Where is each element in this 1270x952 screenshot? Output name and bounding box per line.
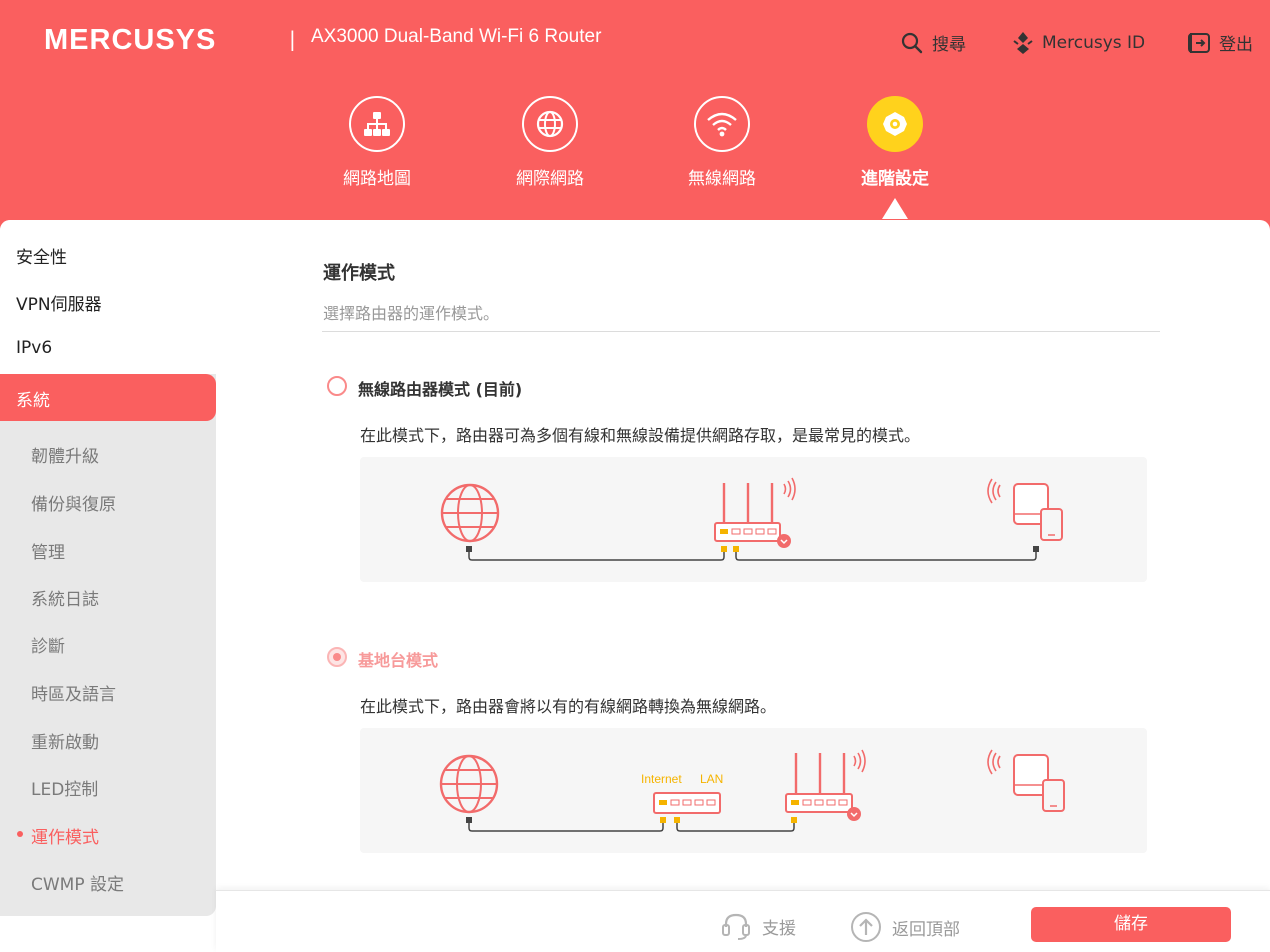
nav-internet[interactable]: 網際網路 — [485, 96, 615, 189]
internet-globe-icon — [440, 483, 500, 543]
client-devices-icon — [987, 749, 1065, 812]
mercusys-id-button[interactable]: Mercusys ID — [1012, 30, 1145, 56]
account-icon — [1013, 32, 1033, 54]
lan-port-label: LAN — [700, 772, 723, 786]
brand-logo: MERCUSYS — [44, 24, 217, 56]
title-divider — [322, 331, 1160, 332]
router-mode-diagram — [360, 457, 1147, 582]
sidebar-sub-reboot[interactable]: 重新啟動 — [31, 728, 99, 753]
router-icon — [714, 477, 796, 548]
search-icon — [901, 32, 923, 53]
sidebar-item-label: 系統 — [16, 391, 50, 411]
client-devices-icon — [987, 478, 1063, 541]
gear-icon — [867, 96, 923, 152]
arrow-up-circle-icon — [851, 912, 881, 942]
save-button[interactable]: 儲存 — [1031, 907, 1231, 942]
header-bar: MERCUSYS | AX3000 Dual-Band Wi-Fi 6 Rout… — [0, 0, 1270, 230]
sidebar-item-system[interactable]: 系統 — [0, 374, 216, 421]
back-to-top-label: 返回頂部 — [892, 919, 960, 940]
network-map-icon — [349, 96, 405, 152]
sidebar: 安全性 VPN伺服器 IPv6 系統 韌體升級 備份與復原 管理 系統日誌 診斷… — [0, 220, 216, 916]
account-label: Mercusys ID — [1042, 33, 1146, 53]
sidebar-sub-diagnostics[interactable]: 診斷 — [31, 632, 65, 657]
access-point-mode-diagram: Internet LAN — [360, 728, 1147, 853]
logout-button[interactable]: 登出 — [1187, 30, 1253, 55]
nav-network-map[interactable]: 網路地圖 — [312, 96, 442, 189]
sidebar-sub-firmware[interactable]: 韌體升級 — [31, 442, 99, 467]
nav-wireless[interactable]: 無線網路 — [657, 96, 787, 189]
search-button[interactable]: 搜尋 — [900, 30, 966, 55]
back-to-top-button[interactable]: 返回頂部 — [850, 911, 960, 943]
internet-globe-icon — [439, 754, 499, 814]
header-separator: | — [289, 27, 296, 51]
sidebar-item-ipv6[interactable]: IPv6 — [16, 338, 52, 358]
access-point-mode-label[interactable]: 基地台模式 — [358, 647, 438, 671]
logout-label: 登出 — [1219, 35, 1253, 55]
sidebar-sub-cwmp[interactable]: CWMP 設定 — [31, 870, 124, 895]
support-button[interactable]: 支援 — [720, 911, 796, 941]
nav-label: 網際網路 — [516, 169, 584, 189]
router-mode-label[interactable]: 無線路由器模式 (目前) — [358, 376, 522, 400]
router-model: AX3000 Dual-Band Wi-Fi 6 Router — [311, 26, 602, 47]
sidebar-item-vpn[interactable]: VPN伺服器 — [16, 290, 102, 315]
router-mode-description: 在此模式下，路由器可為多個有線和無線設備提供網路存取，是最常見的模式。 — [360, 426, 921, 445]
wifi-icon — [694, 96, 750, 152]
footer-bar: 支援 返回頂部 儲存 — [216, 890, 1270, 952]
page-description: 選擇路由器的運作模式。 — [323, 304, 500, 323]
active-nav-pointer — [882, 198, 908, 219]
sidebar-sub-admin[interactable]: 管理 — [31, 538, 65, 563]
headset-icon — [722, 913, 750, 940]
nav-label: 網路地圖 — [343, 169, 411, 189]
router-icon — [785, 749, 866, 821]
modem-icon — [653, 792, 721, 814]
sidebar-item-security[interactable]: 安全性 — [16, 243, 67, 268]
access-point-mode-description: 在此模式下，路由器會將以有的有線網路轉換為無線網路。 — [360, 697, 777, 716]
current-indicator-dot — [17, 831, 23, 837]
nav-label: 進階設定 — [861, 169, 929, 189]
sidebar-sub-syslog[interactable]: 系統日誌 — [31, 585, 99, 610]
page-title: 運作模式 — [323, 263, 395, 284]
sidebar-sub-operation-mode[interactable]: 運作模式 — [31, 823, 99, 848]
nav-advanced[interactable]: 進階設定 — [830, 96, 960, 189]
support-label: 支援 — [762, 918, 796, 939]
search-label: 搜尋 — [932, 35, 966, 55]
logout-icon — [1188, 32, 1210, 53]
sidebar-sub-timezone[interactable]: 時區及語言 — [31, 680, 116, 705]
nav-label: 無線網路 — [688, 169, 756, 189]
internet-port-label: Internet — [641, 772, 682, 786]
router-mode-radio[interactable] — [327, 376, 347, 396]
access-point-mode-radio[interactable] — [327, 647, 347, 667]
sidebar-sub-led[interactable]: LED控制 — [31, 775, 98, 800]
globe-icon — [522, 96, 578, 152]
sidebar-sub-backup[interactable]: 備份與復原 — [31, 490, 116, 515]
